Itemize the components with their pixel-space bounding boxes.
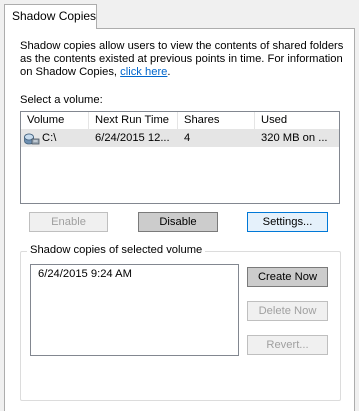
column-header-used[interactable]: Used <box>255 112 339 129</box>
enable-button[interactable]: Enable <box>29 212 108 232</box>
volume-cell: C:\ <box>21 130 89 147</box>
shadow-copy-item[interactable]: 6/24/2015 9:24 AM <box>31 265 238 281</box>
click-here-link[interactable]: click here <box>120 66 167 78</box>
next-run-cell: 6/24/2015 12... <box>95 132 170 144</box>
column-header-shares[interactable]: Shares <box>178 112 255 129</box>
volume-name: C:\ <box>42 132 57 144</box>
settings-button[interactable]: Settings... <box>247 212 328 232</box>
volume-list[interactable]: Volume Next Run Time Shares Used C:\ 6/2… <box>20 111 340 204</box>
volume-row[interactable]: C:\ 6/24/2015 12... 4 320 MB on ... <box>21 130 339 147</box>
description-text: Shadow copies allow users to view the co… <box>20 40 352 79</box>
shadow-copies-list[interactable]: 6/24/2015 9:24 AM <box>30 264 239 356</box>
description-suffix: . <box>167 66 171 78</box>
select-volume-label: Select a volume: <box>20 94 103 106</box>
column-header-volume[interactable]: Volume <box>21 112 89 129</box>
shadow-copies-group-title: Shadow copies of selected volume <box>27 244 206 256</box>
description-body: Shadow copies allow users to view the co… <box>20 40 344 78</box>
shares-cell: 4 <box>184 132 191 144</box>
shadow-copies-dialog: Shadow Copies Shadow copies allow users … <box>0 0 359 411</box>
create-now-button[interactable]: Create Now <box>247 267 328 287</box>
disable-button[interactable]: Disable <box>138 212 218 232</box>
drive-icon <box>24 133 40 145</box>
volume-list-header: Volume Next Run Time Shares Used <box>21 112 339 130</box>
revert-button[interactable]: Revert... <box>247 335 328 355</box>
column-header-next-run-time[interactable]: Next Run Time <box>89 112 178 129</box>
used-cell: 320 MB on ... <box>261 132 328 144</box>
tab-shadow-copies[interactable]: Shadow Copies <box>4 4 97 29</box>
delete-now-button[interactable]: Delete Now <box>247 301 328 321</box>
